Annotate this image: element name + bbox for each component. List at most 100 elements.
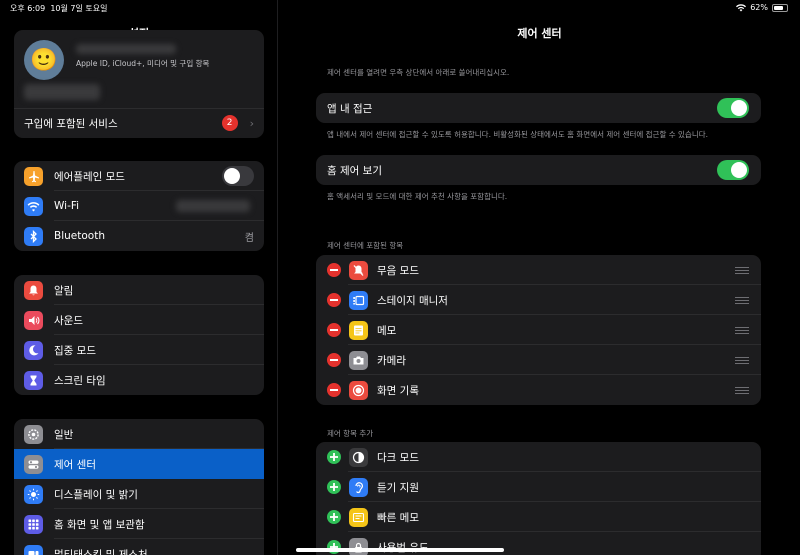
camera-icon bbox=[349, 350, 368, 370]
included-services-label: 구입에 포함된 서비스 bbox=[24, 117, 118, 130]
dark-mode-icon bbox=[349, 447, 368, 467]
chevron-right-icon: › bbox=[249, 116, 254, 130]
control-label: 다크 모드 bbox=[377, 451, 419, 464]
airplane-icon bbox=[24, 166, 43, 186]
more-controls-header: 제어 항목 추가 bbox=[327, 429, 374, 438]
control-label: 듣기 지원 bbox=[377, 481, 419, 494]
home-controls-toggle[interactable] bbox=[717, 160, 749, 180]
sidebar-item-label: 알림 bbox=[54, 284, 74, 297]
sidebar-item-label: 홈 화면 및 앱 보관함 bbox=[54, 518, 145, 531]
moon-icon bbox=[24, 340, 43, 360]
bell-slash-icon bbox=[349, 260, 368, 280]
sidebar-item-speaker[interactable]: 사운드 bbox=[14, 305, 264, 335]
reorder-handle-icon[interactable] bbox=[735, 266, 749, 274]
sidebar-item-bell[interactable]: 알림 bbox=[14, 275, 264, 305]
wifi-network-redacted bbox=[176, 200, 250, 212]
quick-note-icon bbox=[349, 507, 368, 527]
multitask-icon bbox=[24, 544, 43, 555]
sidebar-item-bluetooth[interactable]: Bluetooth 켬 bbox=[14, 221, 264, 251]
sidebar-item-gear[interactable]: 일반 bbox=[14, 419, 264, 449]
control-label: 화면 기록 bbox=[377, 384, 419, 397]
reorder-handle-icon[interactable] bbox=[735, 386, 749, 394]
detail-title: 제어 센터 bbox=[517, 27, 562, 40]
in-app-access-row: 앱 내 접근 bbox=[316, 93, 761, 123]
sidebar-item-label: 일반 bbox=[54, 428, 74, 441]
intro-caption: 제어 센터를 열려면 우측 상단에서 아래로 쓸어내리십시오. bbox=[327, 68, 510, 77]
control-row: 스테이지 매니저 bbox=[316, 285, 761, 315]
control-row: 빠른 메모 bbox=[316, 502, 761, 532]
avatar[interactable]: 🙂 bbox=[24, 40, 64, 80]
battery-icon bbox=[772, 3, 788, 12]
control-center-detail: 제어 센터 제어 센터를 열려면 우측 상단에서 아래로 쓸어내리십시오. 앱 … bbox=[279, 0, 800, 555]
sidebar-item-label: 사운드 bbox=[54, 314, 83, 327]
sidebar-item-value: 켬 bbox=[244, 232, 254, 244]
control-row: 다크 모드 bbox=[316, 442, 761, 472]
sidebar-item-switches[interactable]: 제어 센터 bbox=[14, 449, 264, 479]
ear-icon bbox=[349, 477, 368, 497]
sidebar-item-label: 멀티태스킹 및 제스처 bbox=[54, 548, 148, 555]
home-controls-row: 홈 제어 보기 bbox=[316, 155, 761, 185]
sidebar-item-label: 스크린 타임 bbox=[54, 374, 106, 387]
in-app-access-group: 앱 내 접근 bbox=[316, 93, 761, 123]
sidebar-item-label: Wi-Fi bbox=[54, 200, 80, 212]
control-row: 듣기 지원 bbox=[316, 472, 761, 502]
status-bar: 오후 6:09 10월 7일 토요일 62% bbox=[0, 0, 800, 16]
remove-control-button[interactable] bbox=[327, 293, 341, 307]
bell-icon bbox=[24, 280, 43, 300]
control-label: 카메라 bbox=[377, 354, 406, 367]
sidebar-item-grid[interactable]: 홈 화면 및 앱 보관함 bbox=[14, 509, 264, 539]
hourglass-icon bbox=[24, 370, 43, 390]
record-icon bbox=[349, 380, 368, 400]
control-label: 무음 모드 bbox=[377, 264, 419, 277]
sidebar-item-hourglass[interactable]: 스크린 타임 bbox=[14, 365, 264, 395]
more-controls-group: 다크 모드듣기 지원빠른 메모사용법 유도 bbox=[316, 442, 761, 555]
family-avatars-redacted[interactable] bbox=[24, 84, 100, 100]
sidebar-item-airplane[interactable]: 에어플레인 모드 bbox=[14, 161, 264, 191]
sidebar-item-sun[interactable]: 디스플레이 및 밝기 bbox=[14, 479, 264, 509]
lock-icon bbox=[349, 537, 368, 555]
included-controls-group: 무음 모드 스테이지 매니저 메모 카메라 화면 기록 bbox=[316, 255, 761, 405]
remove-control-button[interactable] bbox=[327, 323, 341, 337]
notes-icon bbox=[349, 320, 368, 340]
general-group: 일반제어 센터디스플레이 및 밝기홈 화면 및 앱 보관함멀티태스킹 및 제스처 bbox=[14, 419, 264, 555]
profile-name-redacted bbox=[76, 44, 176, 54]
control-row: 화면 기록 bbox=[316, 375, 761, 405]
reorder-handle-icon[interactable] bbox=[735, 326, 749, 334]
add-control-button[interactable] bbox=[327, 480, 341, 494]
reorder-handle-icon[interactable] bbox=[735, 296, 749, 304]
battery-percent: 62% bbox=[750, 3, 768, 12]
control-label: 사용법 유도 bbox=[377, 540, 429, 555]
home-indicator[interactable] bbox=[296, 548, 504, 552]
control-label: 스테이지 매니저 bbox=[377, 294, 448, 307]
bluetooth-icon bbox=[24, 226, 43, 246]
status-right: 62% bbox=[736, 3, 788, 12]
remove-control-button[interactable] bbox=[327, 353, 341, 367]
sidebar-item-label: 집중 모드 bbox=[54, 344, 96, 357]
sidebar-item-label: Bluetooth bbox=[54, 230, 105, 242]
sun-icon bbox=[24, 484, 43, 504]
services-badge: 2 bbox=[221, 115, 238, 131]
airplane-mode-toggle[interactable] bbox=[222, 166, 254, 186]
included-services-row[interactable]: 구입에 포함된 서비스 2 › bbox=[14, 108, 264, 138]
settings-sidebar: 설정 🙂 Apple ID, iCloud+, 미디어 및 구입 항목 구입에 … bbox=[0, 0, 278, 555]
add-control-button[interactable] bbox=[327, 450, 341, 464]
notifications-group: 알림사운드집중 모드스크린 타임 bbox=[14, 275, 264, 395]
add-control-button[interactable] bbox=[327, 510, 341, 524]
included-header: 제어 센터에 포함된 항목 bbox=[327, 241, 404, 250]
sidebar-item-label: 디스플레이 및 밝기 bbox=[54, 488, 138, 501]
speaker-icon bbox=[24, 310, 43, 330]
sidebar-item-label: 에어플레인 모드 bbox=[54, 170, 125, 183]
sidebar-item-multitask[interactable]: 멀티태스킹 및 제스처 bbox=[14, 539, 264, 555]
sidebar-item-moon[interactable]: 집중 모드 bbox=[14, 335, 264, 365]
sidebar-item-label: 제어 센터 bbox=[54, 458, 96, 471]
stage-manager-icon bbox=[349, 290, 368, 310]
in-app-access-toggle[interactable] bbox=[717, 98, 749, 118]
control-label: 빠른 메모 bbox=[377, 511, 419, 524]
control-row: 카메라 bbox=[316, 345, 761, 375]
remove-control-button[interactable] bbox=[327, 383, 341, 397]
remove-control-button[interactable] bbox=[327, 263, 341, 277]
home-controls-caption: 홈 액세서리 및 모드에 대한 제어 추천 사항을 포함합니다. bbox=[327, 192, 508, 201]
reorder-handle-icon[interactable] bbox=[735, 356, 749, 364]
gear-icon bbox=[24, 424, 43, 444]
profile-subtitle: Apple ID, iCloud+, 미디어 및 구입 항목 bbox=[76, 59, 210, 68]
